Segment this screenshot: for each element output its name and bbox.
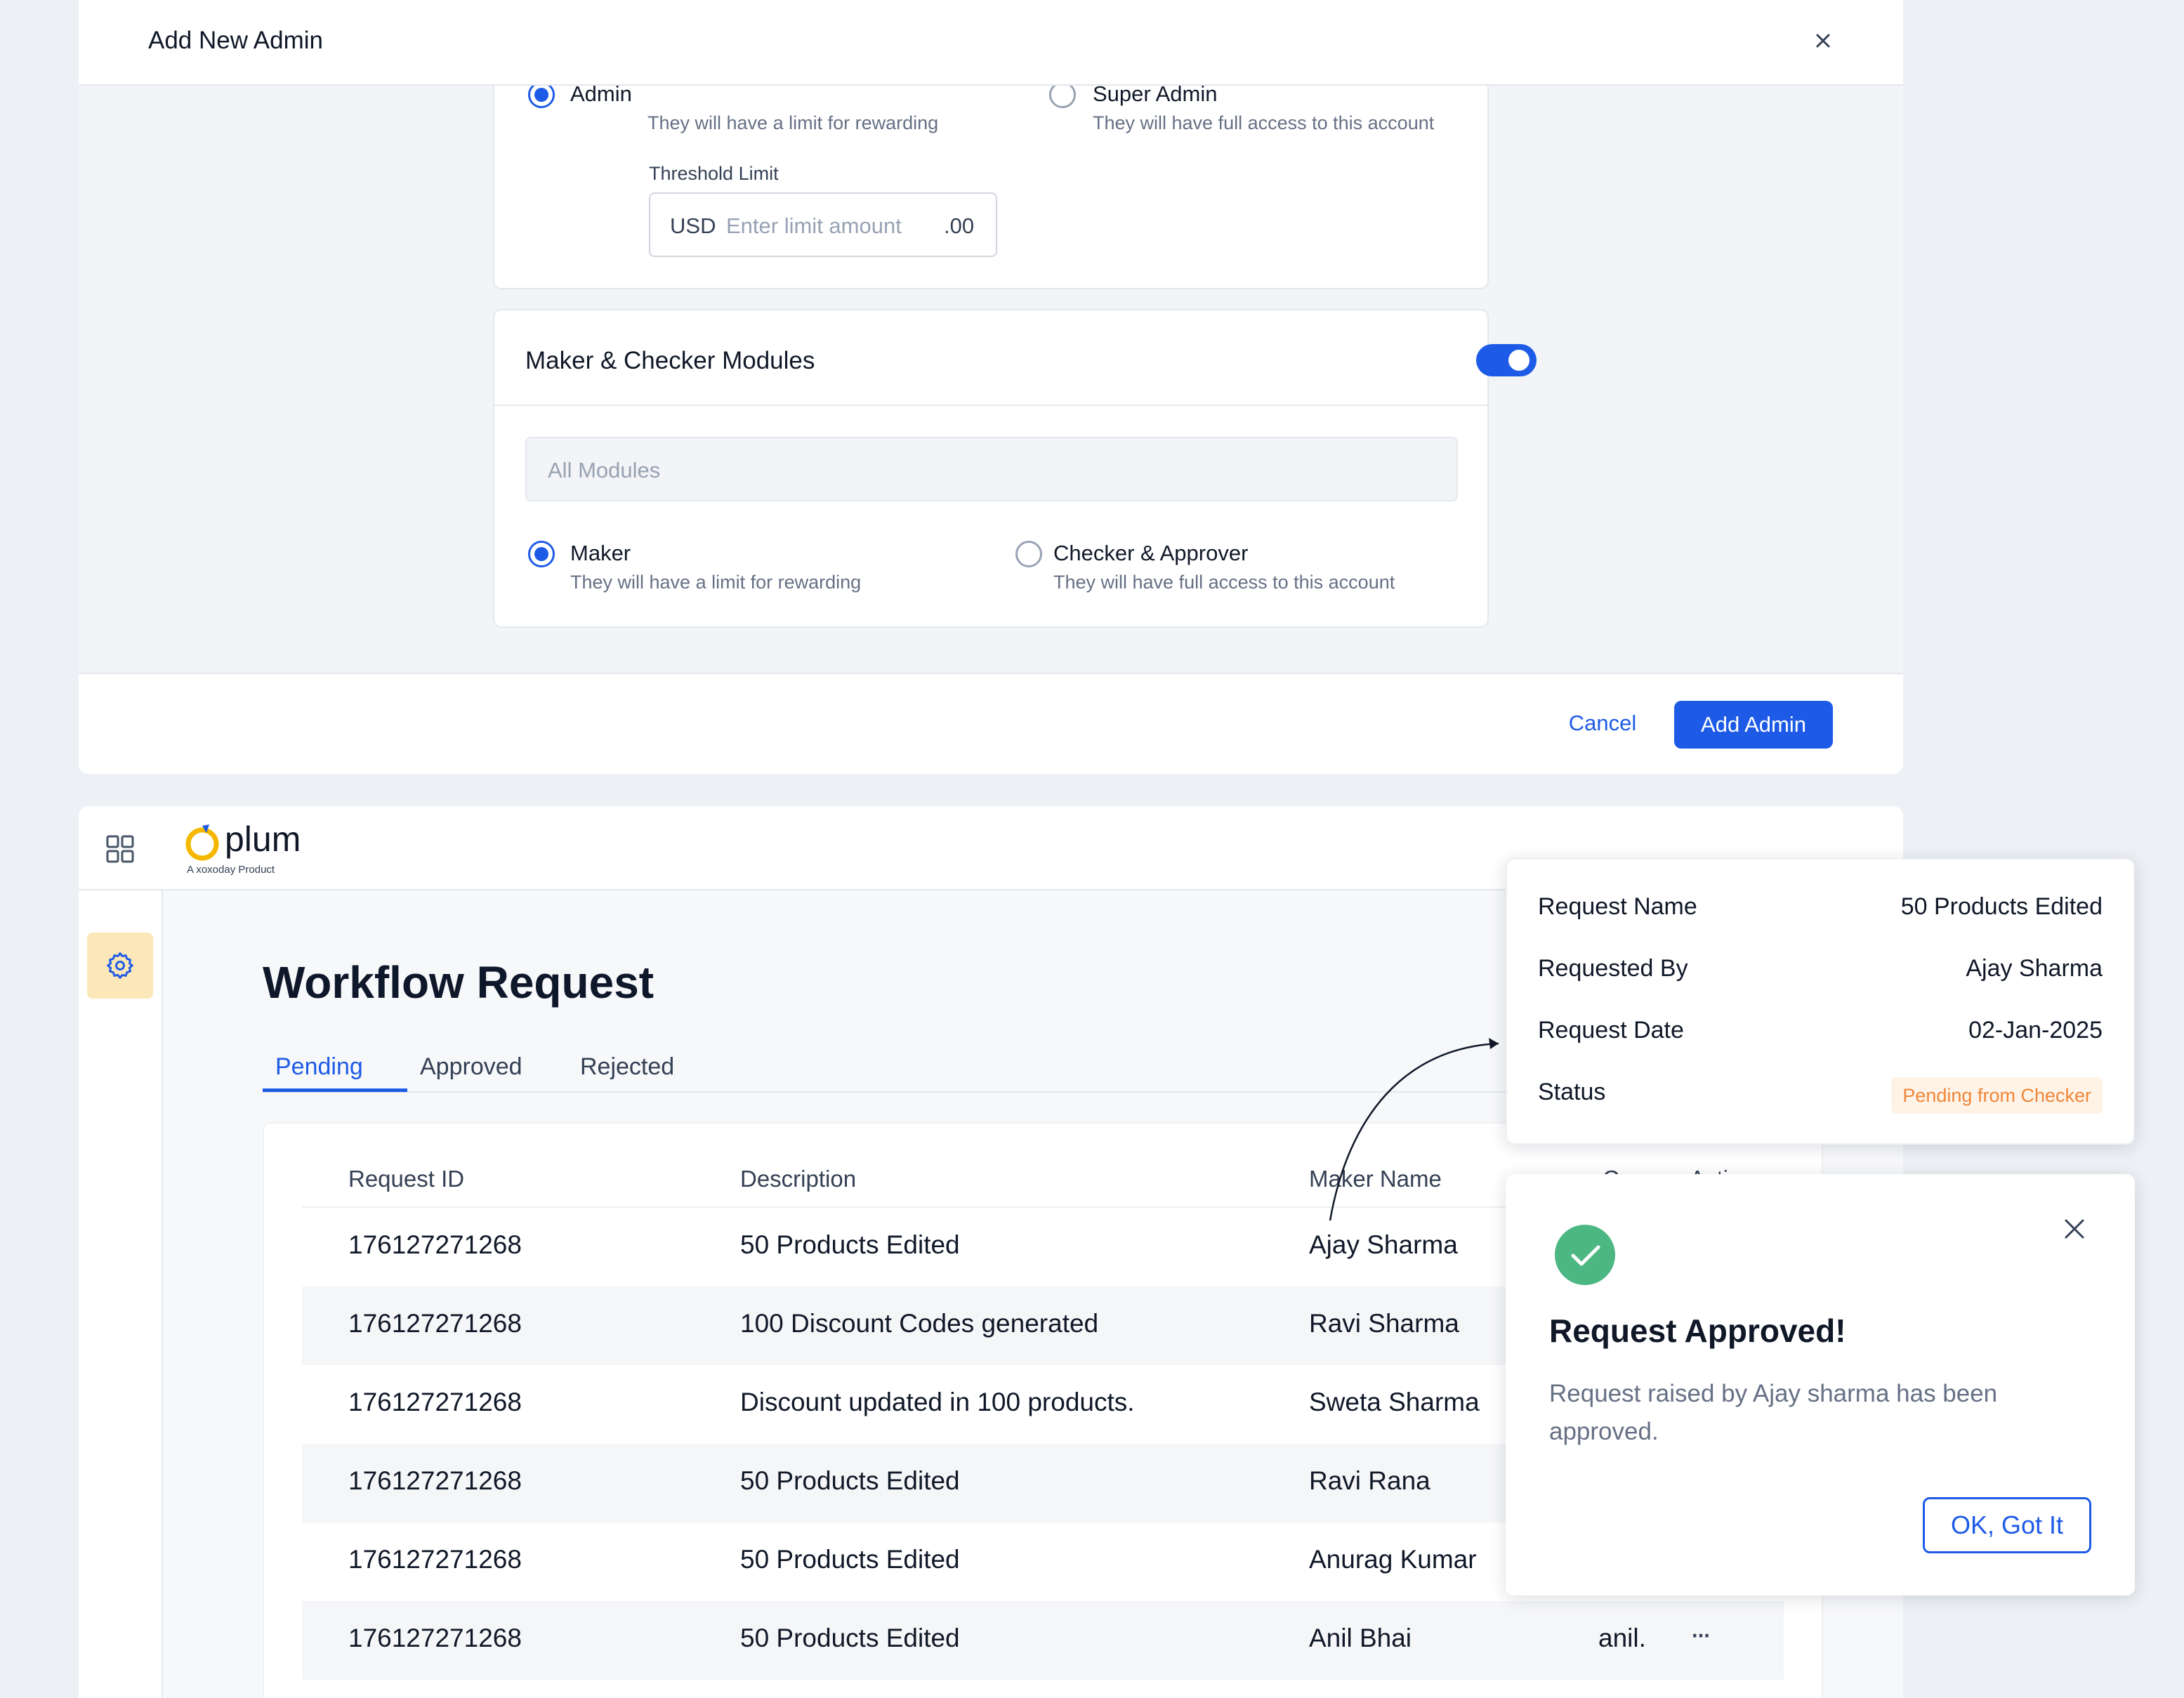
detail-value-request-name: 50 Products Edited bbox=[1900, 893, 2103, 920]
add-admin-button[interactable]: Add Admin bbox=[1674, 701, 1833, 749]
dialog-title: Request Approved! bbox=[1549, 1312, 1846, 1349]
tab-rejected[interactable]: Rejected bbox=[580, 1053, 674, 1081]
threshold-limit-label: Threshold Limit bbox=[649, 163, 779, 184]
column-header-request-id: Request ID bbox=[348, 1166, 465, 1192]
currency-prefix: USD bbox=[670, 213, 716, 238]
more-actions-icon[interactable]: ··· bbox=[1690, 1617, 1712, 1652]
cell-request-id: 176127271268 bbox=[348, 1466, 522, 1495]
add-admin-modal: Admin They will have a limit for rewardi… bbox=[79, 0, 1903, 774]
close-icon[interactable] bbox=[1808, 25, 1838, 56]
cancel-button[interactable]: Cancel bbox=[1553, 699, 1652, 747]
maker-radio-label: Maker bbox=[570, 541, 631, 565]
cell-request-id: 176127271268 bbox=[348, 1545, 522, 1574]
status-badge: Pending from Checker bbox=[1891, 1077, 2103, 1114]
detail-label-requested-by: Requested By bbox=[1538, 955, 1688, 982]
cell-request-id: 176127271268 bbox=[348, 1388, 522, 1416]
admin-radio-desc: They will have a limit for rewarding bbox=[647, 112, 939, 133]
decimal-suffix: .00 bbox=[944, 213, 975, 238]
table-row[interactable]: 176127271268 50 Products Edited Anil Bha… bbox=[302, 1601, 1784, 1680]
cell-maker-name: Ravi Sharma bbox=[1309, 1309, 1459, 1338]
sidebar bbox=[79, 890, 163, 1698]
logo-tagline: A xoxoday Product bbox=[187, 864, 275, 876]
gear-icon bbox=[107, 952, 133, 979]
maker-checker-header: Maker & Checker Modules bbox=[494, 310, 1537, 406]
apps-grid-icon[interactable] bbox=[105, 834, 135, 864]
cell-request-id: 176127271268 bbox=[348, 1624, 522, 1652]
role-card: Admin They will have a limit for rewardi… bbox=[493, 56, 1489, 289]
plum-logo: plum A xoxoday Product bbox=[184, 819, 310, 881]
detail-label-status: Status bbox=[1538, 1079, 1606, 1105]
cell-maker-name: Anil Bhai bbox=[1309, 1624, 1412, 1652]
cell-description: 50 Products Edited bbox=[740, 1624, 960, 1652]
detail-label-request-name: Request Name bbox=[1538, 893, 1697, 920]
ok-got-it-button[interactable]: OK, Got It bbox=[1923, 1497, 2091, 1553]
maker-checker-toggle[interactable] bbox=[1476, 344, 1537, 376]
maker-checker-card: Maker & Checker Modules All Modules Make… bbox=[493, 309, 1537, 628]
logo-wordmark: plum bbox=[225, 820, 301, 859]
checker-approver-radio-label: Checker & Approver bbox=[1053, 541, 1249, 565]
limit-placeholder: Enter limit amount bbox=[726, 213, 902, 238]
detail-label-request-date: Request Date bbox=[1538, 1017, 1684, 1044]
detail-value-request-date: 02-Jan-2025 bbox=[1968, 1017, 2103, 1044]
cell-maker-name: Sweta Sharma bbox=[1309, 1388, 1480, 1416]
maker-radio[interactable] bbox=[528, 541, 555, 567]
threshold-limit-input[interactable]: USD Enter limit amount .00 bbox=[649, 192, 997, 257]
cell-maker-name: Ravi Rana bbox=[1309, 1466, 1430, 1495]
modal-header: Add New Admin bbox=[79, 0, 1903, 86]
tabs-divider bbox=[263, 1091, 1597, 1093]
request-details-card: Request Name 50 Products Edited Requeste… bbox=[1506, 858, 2135, 1145]
cell-creator: anil. bbox=[1598, 1624, 1646, 1652]
modal-footer: Cancel Add Admin bbox=[79, 673, 1903, 774]
cell-description: 50 Products Edited bbox=[740, 1230, 960, 1259]
cell-description: 50 Products Edited bbox=[740, 1466, 960, 1495]
tab-approved[interactable]: Approved bbox=[420, 1053, 522, 1081]
modules-select[interactable]: All Modules bbox=[525, 437, 1458, 501]
cell-description: 50 Products Edited bbox=[740, 1545, 960, 1574]
request-approved-dialog: Request Approved! Request raised by Ajay… bbox=[1506, 1174, 2135, 1595]
dialog-message: Request raised by Ajay sharma has been a… bbox=[1549, 1380, 1998, 1445]
checker-approver-radio-desc: They will have full access to this accou… bbox=[1053, 572, 1395, 593]
checker-approver-radio[interactable] bbox=[1015, 541, 1042, 567]
modal-title: Add New Admin bbox=[148, 27, 324, 54]
cell-maker-name: Ajay Sharma bbox=[1309, 1230, 1458, 1259]
column-header-maker-name: Maker Name bbox=[1309, 1166, 1442, 1192]
maker-radio-desc: They will have a limit for rewarding bbox=[570, 572, 862, 593]
cell-request-id: 176127271268 bbox=[348, 1230, 522, 1259]
super-admin-radio-desc: They will have full access to this accou… bbox=[1093, 112, 1435, 133]
modules-placeholder: All Modules bbox=[548, 458, 661, 482]
cell-request-id: 176127271268 bbox=[348, 1309, 522, 1338]
sidebar-item-settings[interactable] bbox=[87, 933, 153, 999]
tab-pending[interactable]: Pending bbox=[275, 1053, 363, 1081]
cell-maker-name: Anurag Kumar bbox=[1309, 1545, 1477, 1574]
detail-value-requested-by: Ajay Sharma bbox=[1966, 955, 2103, 982]
plum-logo-mark-icon bbox=[185, 824, 219, 861]
cell-description: Discount updated in 100 products. bbox=[740, 1388, 1135, 1416]
column-header-description: Description bbox=[740, 1166, 857, 1192]
maker-checker-title: Maker & Checker Modules bbox=[525, 347, 815, 374]
cell-description: 100 Discount Codes generated bbox=[740, 1309, 1099, 1338]
active-tab-indicator bbox=[263, 1088, 407, 1092]
success-check-icon bbox=[1555, 1225, 1615, 1285]
page-title: Workflow Request bbox=[263, 957, 654, 1008]
toggle-knob bbox=[1508, 350, 1530, 371]
close-icon[interactable] bbox=[2062, 1216, 2087, 1242]
